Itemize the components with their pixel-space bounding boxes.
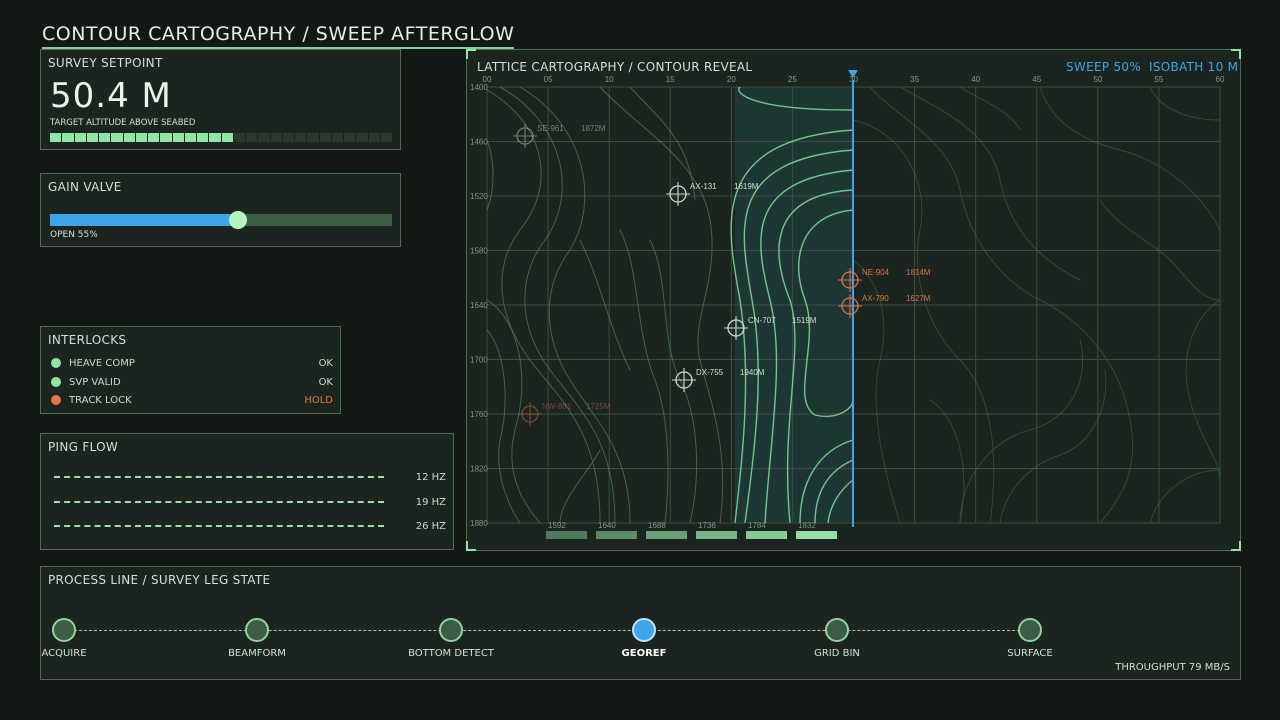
target-depth: 1619M <box>734 182 759 191</box>
target-id: DX-755 <box>696 368 724 377</box>
target-id: CN-707 <box>748 316 776 325</box>
target-depth: 1725M <box>586 402 611 411</box>
pipeline-stage-node[interactable] <box>245 618 269 642</box>
depth-legend-swatch <box>546 531 587 539</box>
y-tick-label: 1880 <box>470 519 488 528</box>
x-tick-label: 55 <box>1154 75 1163 84</box>
pipeline-stage-label: GRID BIN <box>814 648 860 659</box>
pipeline-stage-label: ACQUIRE <box>41 648 87 659</box>
pipeline-stage-label: BEAMFORM <box>228 648 286 659</box>
target-depth: 1519M <box>792 316 817 325</box>
target-depth: 1872M <box>581 124 606 133</box>
pipeline-stage-label: BOTTOM DETECT <box>408 648 494 659</box>
x-tick-label: 40 <box>971 75 980 84</box>
y-tick-label: 1700 <box>470 356 488 365</box>
process-line-panel: PROCESS LINE / SURVEY LEG STATE THROUGHP… <box>40 566 1241 680</box>
target-id: AX-131 <box>690 182 717 191</box>
x-tick-label: 60 <box>1216 75 1225 84</box>
depth-legend-label: 1784 <box>748 521 766 530</box>
depth-legend-label: 1640 <box>598 521 616 530</box>
x-tick-label: 20 <box>727 75 736 84</box>
target-marker[interactable]: NE-904 1814M <box>838 268 931 292</box>
x-tick-label: 25 <box>788 75 797 84</box>
target-depth: 1814M <box>906 268 931 277</box>
x-tick-label: 10 <box>605 75 614 84</box>
pipeline-stage-label: SURFACE <box>1007 648 1053 659</box>
y-tick-label: 1400 <box>470 83 488 92</box>
y-tick-label: 1460 <box>470 138 488 147</box>
depth-legend-swatch <box>596 531 637 539</box>
target-id: AX-790 <box>862 294 889 303</box>
pipeline-stage-node[interactable] <box>632 618 656 642</box>
depth-legend-label: 1592 <box>548 521 566 530</box>
depth-legend-label: 1832 <box>798 521 816 530</box>
target-depth: 1940M <box>740 368 765 377</box>
pipeline-connector <box>64 630 1030 631</box>
pipeline-stage-node[interactable] <box>825 618 849 642</box>
y-tick-label: 1520 <box>470 192 488 201</box>
pipeline-stage-node[interactable] <box>52 618 76 642</box>
target-marker[interactable]: SE-961 1872M <box>513 124 606 148</box>
depth-legend-label: 1688 <box>648 521 666 530</box>
target-id: SE-961 <box>537 124 564 133</box>
target-marker[interactable]: AX-790 1627M <box>838 294 931 318</box>
x-tick-label: 50 <box>1093 75 1102 84</box>
x-tick-label: 15 <box>666 75 675 84</box>
depth-legend-swatch <box>696 531 737 539</box>
pipeline-stage-node[interactable] <box>1018 618 1042 642</box>
pipeline-stage-node[interactable] <box>439 618 463 642</box>
target-depth: 1627M <box>906 294 931 303</box>
depth-legend-swatch <box>746 531 787 539</box>
depth-legend-swatch <box>646 531 687 539</box>
pipeline-track: ACQUIRE BEAMFORM BOTTOM DETECT GEOREF GRID B… <box>41 567 1240 679</box>
y-tick-label: 1760 <box>470 410 488 419</box>
target-id: NW-881 <box>542 402 572 411</box>
pipeline-stage-label: GEOREF <box>621 648 667 659</box>
depth-legend-swatch <box>796 531 837 539</box>
y-tick-label: 1820 <box>470 465 488 474</box>
depth-legend-label: 1736 <box>698 521 716 530</box>
y-tick-label: 1580 <box>470 247 488 256</box>
x-tick-label: 05 <box>544 75 553 84</box>
x-tick-label: 45 <box>1032 75 1041 84</box>
x-tick-label: 35 <box>910 75 919 84</box>
y-tick-label: 1640 <box>470 301 488 310</box>
target-id: NE-904 <box>862 268 890 277</box>
